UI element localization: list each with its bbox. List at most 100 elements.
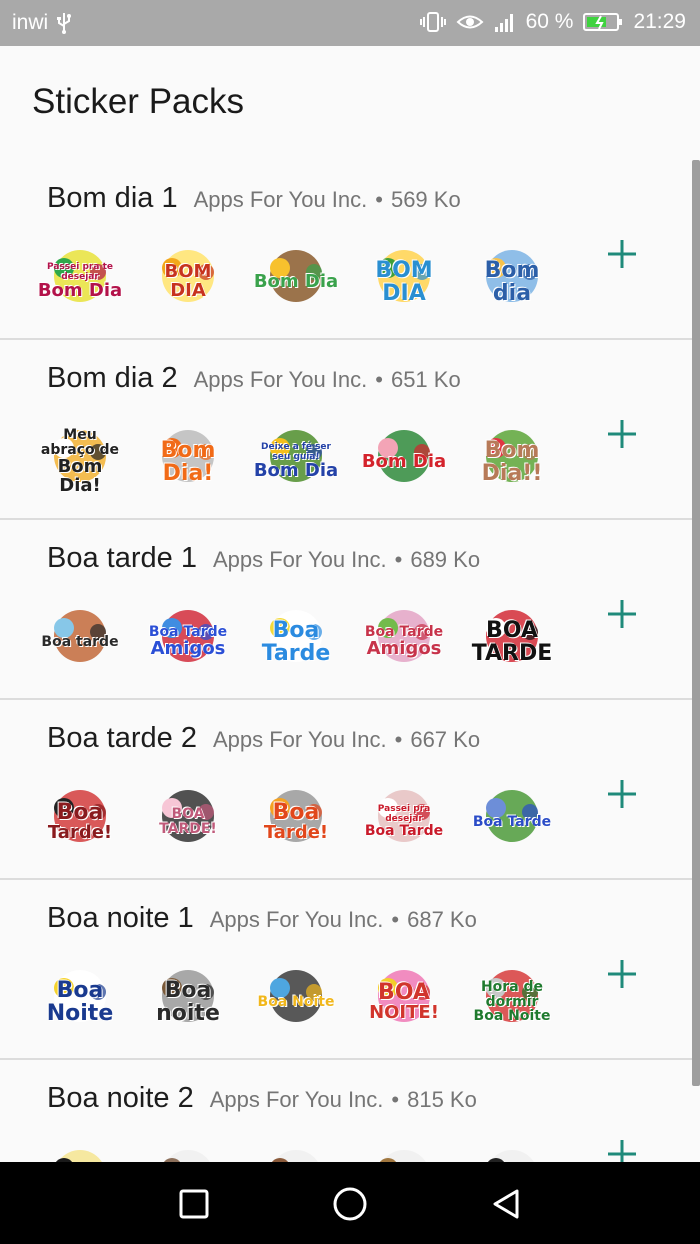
- sticker-text-line: BOM DIA: [164, 261, 212, 301]
- sticker-text: Deixe a fé ser seu guia! Bom Dia: [252, 418, 340, 506]
- sticker-image: Boa Noite: [36, 958, 124, 1046]
- add-to-whatsapp-button[interactable]: [600, 594, 644, 638]
- sticker-text-line: Bom: [484, 437, 540, 463]
- add-to-whatsapp-button[interactable]: [600, 234, 644, 278]
- sticker-preview-row: Boa noite: [36, 1138, 556, 1162]
- sticker-pack-row[interactable]: Boa tarde 1 Apps For You Inc. • 689 Ko Boa t…: [0, 520, 700, 700]
- sticker-image: Passei pra te desejar Bom Dia: [36, 238, 124, 326]
- pack-publisher: Apps For You Inc.: [209, 1087, 384, 1112]
- sticker-text-line: Bom Dia: [37, 279, 123, 301]
- sticker-image: [144, 1138, 232, 1162]
- sticker-text: Bom Dia!: [144, 418, 232, 506]
- sticker-pack-row[interactable]: Boa noite 1 Apps For You Inc. • 687 Ko Boa No…: [0, 880, 700, 1060]
- sticker-text-line: Amigos: [366, 637, 442, 659]
- sticker-text: BOA TARDE: [468, 598, 556, 686]
- plus-icon: [607, 779, 637, 814]
- sticker-text-line: Tarde: [261, 641, 331, 666]
- sticker-text: [36, 1138, 124, 1162]
- sticker-image: Bom Dia!: [144, 418, 232, 506]
- sticker-image: Meu abraço de Bom Dia!: [36, 418, 124, 506]
- back-icon[interactable]: [484, 1182, 528, 1226]
- pack-name: Bom dia 1: [47, 182, 178, 214]
- sticker-image: [252, 1138, 340, 1162]
- sticker-text-line: Boa: [272, 617, 320, 643]
- sticker-text-line: Dia!!: [481, 461, 543, 486]
- sticker-text: BOM DIA: [360, 238, 448, 326]
- sticker-text: Bom Dia: [360, 418, 448, 506]
- sticker-text: BOA TARDE!: [144, 778, 232, 866]
- sticker-preview-row: Boa Tarde! BOA TARDE! Boa Tarde! Passei pra d…: [36, 778, 556, 866]
- separator-dot: •: [391, 1087, 400, 1112]
- add-to-whatsapp-button[interactable]: [600, 774, 644, 818]
- sticker-pack-list[interactable]: Bom dia 1 Apps For You Inc. • 569 Ko Passei …: [0, 160, 700, 1162]
- sticker-text-line: BOA TARDE!: [159, 806, 217, 837]
- sticker-text-line: Boa tarde: [41, 633, 119, 650]
- pack-name: Boa tarde 2: [47, 722, 197, 754]
- sticker-text: Boa Tarde: [252, 598, 340, 686]
- plus-icon: [607, 419, 637, 454]
- sticker-preview-row: Boa tarde Boa Tarde Amigos Boa Tarde Boa Tard…: [36, 598, 556, 686]
- add-to-whatsapp-button[interactable]: [600, 954, 644, 998]
- sticker-text: BOA NOITE!: [360, 958, 448, 1046]
- sticker-text: Hora de dormir Boa Noite: [468, 958, 556, 1046]
- sticker-image: Boa Tarde Amigos: [144, 598, 232, 686]
- sticker-text-line: Boa Noite: [473, 1008, 551, 1025]
- sticker-pack-row[interactable]: Boa tarde 2 Apps For You Inc. • 667 Ko Boa Ta…: [0, 700, 700, 880]
- pack-publisher: Apps For You Inc.: [193, 367, 368, 392]
- sticker-image: Bom Dia!!: [468, 418, 556, 506]
- sticker-text: Boa Noite: [36, 958, 124, 1046]
- sticker-text-line: Tarde!: [263, 822, 329, 844]
- add-to-whatsapp-button[interactable]: [600, 1134, 644, 1162]
- sticker-pack-row[interactable]: Bom dia 1 Apps For You Inc. • 569 Ko Passei …: [0, 160, 700, 340]
- sticker-image: Boa Noite: [252, 958, 340, 1046]
- sticker-image: Boa noite: [468, 1138, 556, 1162]
- sticker-preview-row: Meu abraço de Bom Dia! Bom Dia! Deixe a fé s…: [36, 418, 556, 506]
- sticker-preview-row: Boa Noite Boa noite Boa Noite BOA NOITE! Hora d…: [36, 958, 556, 1046]
- pack-header: Boa noite 1 Apps For You Inc. • 687 Ko: [47, 902, 477, 935]
- recent-apps-icon[interactable]: [172, 1182, 216, 1226]
- sticker-image: Boa noite: [144, 958, 232, 1046]
- pack-publisher: Apps For You Inc.: [209, 907, 384, 932]
- separator-dot: •: [394, 727, 403, 752]
- sticker-image: BOM DIA: [360, 238, 448, 326]
- pack-header: Boa tarde 2 Apps For You Inc. • 667 Ko: [47, 722, 480, 755]
- usb-icon: [56, 12, 72, 34]
- app-bar: Sticker Packs: [0, 46, 700, 166]
- pack-header: Boa noite 2 Apps For You Inc. • 815 Ko: [47, 1082, 477, 1115]
- sticker-text: Boa tarde: [36, 598, 124, 686]
- sticker-text-line: Bom: [160, 437, 216, 463]
- pack-publisher: Apps For You Inc.: [212, 727, 387, 752]
- sticker-text-line: Bom: [484, 257, 540, 283]
- sticker-image: [360, 1138, 448, 1162]
- sticker-text-line: Boa: [164, 977, 212, 1003]
- sticker-pack-row[interactable]: Boa noite 2Apps For You Inc.•815 KoBoa n…: [0, 1060, 700, 1162]
- sticker-image: Passei pra desejar Boa Tarde: [360, 778, 448, 866]
- add-to-whatsapp-button[interactable]: [600, 414, 644, 458]
- pack-size: 651 Ko: [390, 367, 461, 392]
- sticker-text: Boa Tarde!: [252, 778, 340, 866]
- home-icon[interactable]: [328, 1182, 372, 1226]
- sticker-pack-row[interactable]: Bom dia 2 Apps For You Inc. • 651 Ko Meu abr…: [0, 340, 700, 520]
- sticker-text-line: Boa: [56, 800, 104, 825]
- signal-icon: [494, 11, 516, 33]
- pack-header: Bom dia 2 Apps For You Inc. • 651 Ko: [47, 362, 461, 395]
- sticker-text-line: Boa: [56, 977, 104, 1003]
- pack-name: Boa noite 2: [47, 1082, 194, 1114]
- sticker-image: Boa tarde: [36, 598, 124, 686]
- sticker-text: Bom dia: [468, 238, 556, 326]
- scrollbar[interactable]: [692, 160, 700, 1086]
- sticker-text-line: Amigos: [150, 637, 226, 659]
- sticker-text-line: dia: [492, 281, 532, 306]
- status-bar: inwi 60 % 21:29: [0, 0, 700, 46]
- sticker-text: [144, 1138, 232, 1162]
- sticker-text-line: TARDE: [471, 641, 553, 666]
- sticker-image: BOM DIA: [144, 238, 232, 326]
- sticker-text: Boa Tarde Amigos: [360, 598, 448, 686]
- sticker-text: [252, 1138, 340, 1162]
- pack-size: 687 Ko: [407, 907, 477, 932]
- clock: 21:29: [633, 10, 686, 33]
- carrier-label: inwi: [12, 11, 49, 34]
- pack-publisher: Apps For You Inc.: [212, 547, 387, 572]
- eye-icon: [456, 11, 484, 33]
- battery-percent: 60 %: [525, 10, 574, 33]
